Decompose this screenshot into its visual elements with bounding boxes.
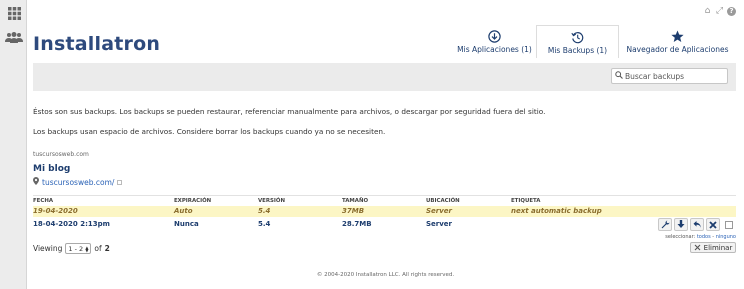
- col-fecha: FECHA: [33, 198, 54, 204]
- site-domain: tuscursosweb.com: [33, 151, 89, 158]
- page-total: 2: [104, 244, 110, 253]
- tab-navegador-aplicaciones[interactable]: Navegador de Aplicaciones: [619, 25, 736, 58]
- viewing-label: Viewing: [33, 244, 63, 253]
- col-expiracion: EXPIRACIÓN: [174, 198, 212, 204]
- of-label: of: [94, 244, 102, 253]
- tab-mis-backups[interactable]: Mis Backups (1): [536, 25, 619, 58]
- help-icon[interactable]: ?: [727, 7, 736, 16]
- cell-expiracion: Auto: [174, 207, 193, 215]
- page-range-value: 1 - 2: [68, 244, 84, 253]
- tab-label: Navegador de Aplicaciones: [626, 45, 729, 54]
- download-arrow-icon: [677, 220, 685, 228]
- app-link[interactable]: tuscursosweb.com/: [33, 177, 123, 187]
- delete-row-button[interactable]: [706, 218, 720, 231]
- download-circle-icon: [453, 29, 536, 43]
- cell-ubicacion: Server: [426, 207, 453, 215]
- intro-text-1: Éstos son sus backups. Los backups se pu…: [33, 107, 546, 116]
- pagination: Viewing 1 - 2 ▲ ▼ of 2: [33, 243, 110, 254]
- table-row: 18-04-2020 2:13pm Nunca 5.4 28.7MB Serve…: [33, 219, 736, 230]
- left-rail: [0, 0, 27, 289]
- cell-fecha: 18-04-2020 2:13pm: [33, 220, 110, 228]
- apps-grid-icon[interactable]: [5, 4, 23, 22]
- selection-prefix: seleccionar:: [665, 234, 696, 240]
- main-panel: ⌂ ⤢ ? Installatron Mis Aplicaciones (1) …: [27, 0, 744, 289]
- search-icon: [615, 71, 623, 81]
- col-ubicacion: UBICACIÓN: [426, 198, 460, 204]
- home-icon[interactable]: ⌂: [703, 7, 712, 16]
- cell-tamano: 28.7MB: [342, 220, 372, 228]
- col-etiqueta: ETIQUETA: [511, 198, 541, 204]
- undo-restore-button[interactable]: [690, 218, 704, 231]
- restore-button[interactable]: [658, 218, 672, 231]
- tab-label: Mis Backups (1): [547, 46, 608, 55]
- close-icon: [694, 244, 701, 251]
- cell-etiqueta: next automatic backup: [511, 207, 602, 215]
- search-input[interactable]: [625, 71, 725, 81]
- undo-arrow-icon: [693, 221, 701, 228]
- top-tools: ⌂ ⤢ ?: [703, 7, 736, 16]
- selection-separator: -: [712, 234, 715, 240]
- select-none-link[interactable]: ninguno: [716, 234, 736, 240]
- toolbar-band: [33, 63, 736, 91]
- selection-links: seleccionar: todos - ninguno: [665, 234, 736, 240]
- expand-icon[interactable]: ⤢: [715, 7, 724, 16]
- installatron-logo[interactable]: Installatron: [33, 33, 160, 55]
- cell-version: 5.4: [258, 220, 271, 228]
- intro-text-2: Los backups usan espacio de archivos. Co…: [33, 127, 386, 136]
- select-all-link[interactable]: todos: [697, 234, 711, 240]
- star-icon: [619, 29, 736, 43]
- table-row: 19-04-2020 Auto 5.4 37MB Server next aut…: [33, 206, 736, 217]
- backups-table-header: FECHA EXPIRACIÓN VERSIÓN TAMAÑO UBICACIÓ…: [33, 195, 736, 206]
- external-link-icon[interactable]: [117, 179, 123, 185]
- app-link-text[interactable]: tuscursosweb.com/: [42, 178, 114, 187]
- tab-label: Mis Aplicaciones (1): [457, 45, 532, 54]
- footer: © 2004-2020 Installatron LLC. All rights…: [316, 272, 455, 278]
- cell-expiracion: Nunca: [174, 220, 199, 228]
- search-box[interactable]: [611, 68, 728, 84]
- download-button[interactable]: [674, 218, 688, 231]
- cell-ubicacion: Server: [426, 220, 453, 228]
- close-icon: [709, 220, 717, 229]
- tab-mis-aplicaciones[interactable]: Mis Aplicaciones (1): [453, 25, 536, 58]
- cell-fecha: 19-04-2020: [33, 207, 78, 215]
- users-icon[interactable]: [3, 28, 25, 46]
- row-actions: [658, 218, 733, 231]
- delete-label: Eliminar: [703, 243, 733, 252]
- delete-selected-button[interactable]: Eliminar: [690, 242, 736, 253]
- main-tabs: Mis Aplicaciones (1) Mis Backups (1) Nav…: [453, 25, 736, 58]
- history-icon: [537, 30, 618, 44]
- wrench-icon: [661, 220, 669, 229]
- stepper-arrows-icon: ▲ ▼: [85, 244, 89, 253]
- page-range-select[interactable]: 1 - 2 ▲ ▼: [65, 243, 92, 254]
- location-pin-icon: [33, 177, 39, 187]
- app-name[interactable]: Mi blog: [33, 164, 70, 174]
- col-version: VERSIÓN: [258, 198, 285, 204]
- row-checkbox[interactable]: [725, 220, 733, 229]
- cell-tamano: 37MB: [342, 207, 365, 215]
- cell-version: 5.4: [258, 207, 271, 215]
- col-tamano: TAMAÑO: [342, 198, 369, 204]
